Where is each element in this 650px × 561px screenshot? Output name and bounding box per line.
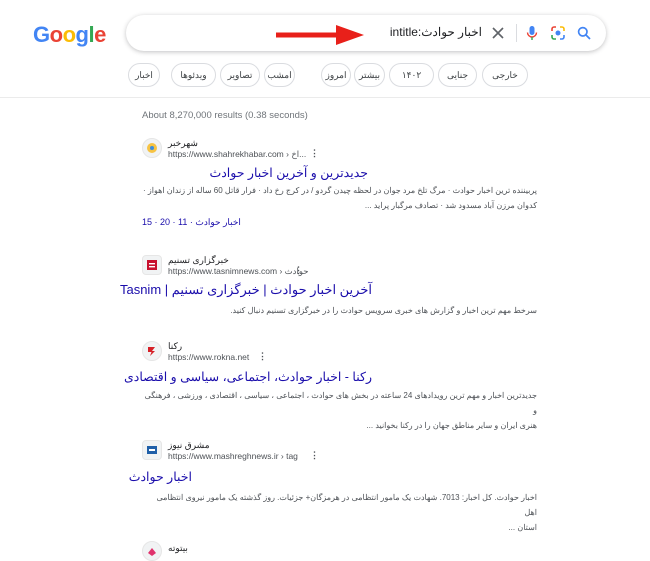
site-name: مشرق نیوز — [168, 440, 210, 450]
result-url[interactable]: https://www.tasnimnews.com › حوادث — [168, 266, 308, 277]
filter-chip[interactable]: خارجی — [482, 63, 528, 87]
filter-chip[interactable]: امشب — [264, 63, 295, 87]
logo-letter: G — [33, 22, 50, 47]
google-logo[interactable]: Google — [33, 22, 106, 48]
rokna-favicon-icon — [142, 341, 162, 361]
result-snippet: جدیدترین اخبار و مهم ترین رویدادهای 24 س… — [142, 388, 537, 433]
more-options-icon[interactable]: ⋮ — [258, 351, 267, 362]
snippet-line: استان ... — [508, 523, 537, 532]
filter-chip[interactable]: جنایی — [438, 63, 477, 87]
lens-icon[interactable] — [549, 24, 567, 42]
result-url[interactable]: https://www.mashreghnews.ir › tag — [168, 451, 298, 461]
snippet-line: کدوان مرزن آباد مسدود شد · تصادف مرگبار … — [364, 201, 537, 210]
logo-letter: g — [75, 22, 89, 47]
bitoote-favicon-icon — [142, 541, 162, 561]
filter-chip[interactable]: ویدئوها — [171, 63, 216, 87]
filter-chip[interactable]: بیشتر — [354, 63, 385, 87]
snippet-line: هنری ایران و سایر مناطق جهان را در رکنا … — [366, 421, 537, 430]
snippet-line: سرخط مهم ترین اخبار و گزارش های خبری سرو… — [230, 306, 537, 315]
clear-icon[interactable] — [489, 24, 507, 42]
result-snippet: پربیننده ترین اخبار حوادث · مرگ تلخ مرد … — [142, 183, 537, 213]
filter-chip[interactable]: اخبار — [128, 63, 160, 87]
filter-chip[interactable]: امروز — [321, 63, 351, 87]
more-options-icon[interactable]: ⋮ — [310, 148, 319, 159]
annotation-arrow-icon — [276, 25, 364, 45]
result-title[interactable]: آخرین اخبار حوادث | خبرگزاری تسنیم | Tas… — [120, 282, 372, 298]
search-icon[interactable] — [575, 24, 593, 42]
mashregh-favicon-icon — [142, 440, 162, 460]
site-name: شهرخبر — [168, 138, 198, 148]
result-title[interactable]: جدیدترین و آخرین اخبار حوادث — [142, 165, 368, 180]
snippet-line: اخبار حوادث. کل اخبار: 7013. شهادت یک ما… — [156, 493, 537, 517]
header-divider — [0, 97, 650, 98]
shahrekhabar-favicon-icon — [142, 138, 162, 158]
filter-chip[interactable]: تصاویر — [220, 63, 260, 87]
result-url[interactable]: https://www.shahrekhabar.com › اخ... — [168, 149, 306, 160]
result-title[interactable]: اخبار حوادث — [129, 469, 192, 484]
result-url[interactable]: https://www.rokna.net — [168, 352, 249, 362]
result-snippet: اخبار حوادث. کل اخبار: 7013. شهادت یک ما… — [142, 490, 537, 535]
search-divider — [516, 24, 517, 42]
logo-letter: o — [49, 22, 63, 47]
microphone-icon[interactable] — [523, 24, 541, 42]
site-name: خبرگزاری تسنیم — [168, 255, 229, 265]
search-box[interactable]: intitle:اخبار حوادث — [126, 15, 606, 51]
site-name: رکنا — [168, 341, 183, 351]
result-title[interactable]: رکنا - اخبار حوادث، اجتماعی، سیاسی و اقت… — [124, 369, 372, 384]
snippet-line: جدیدترین اخبار و مهم ترین رویدادهای 24 س… — [144, 391, 537, 415]
result-stats: About 8,270,000 results (0.38 seconds) — [142, 110, 308, 121]
site-name: بیتوته — [168, 543, 188, 553]
filter-chip[interactable]: ۱۴۰۲ — [389, 63, 434, 87]
search-input[interactable]: intitle:اخبار حوادث — [390, 25, 482, 39]
result-snippet: سرخط مهم ترین اخبار و گزارش های خبری سرو… — [142, 303, 537, 318]
more-options-icon[interactable]: ⋮ — [310, 450, 319, 461]
snippet-line: پربیننده ترین اخبار حوادث · مرگ تلخ مرد … — [142, 186, 537, 195]
more-options-icon[interactable]: ⋮ — [294, 265, 303, 276]
logo-letter: e — [94, 22, 106, 47]
sitelinks[interactable]: اخبار حوادث · 11 · 20 · 15 — [142, 217, 241, 228]
logo-letter: o — [62, 22, 76, 47]
tasnim-favicon-icon — [142, 255, 162, 275]
